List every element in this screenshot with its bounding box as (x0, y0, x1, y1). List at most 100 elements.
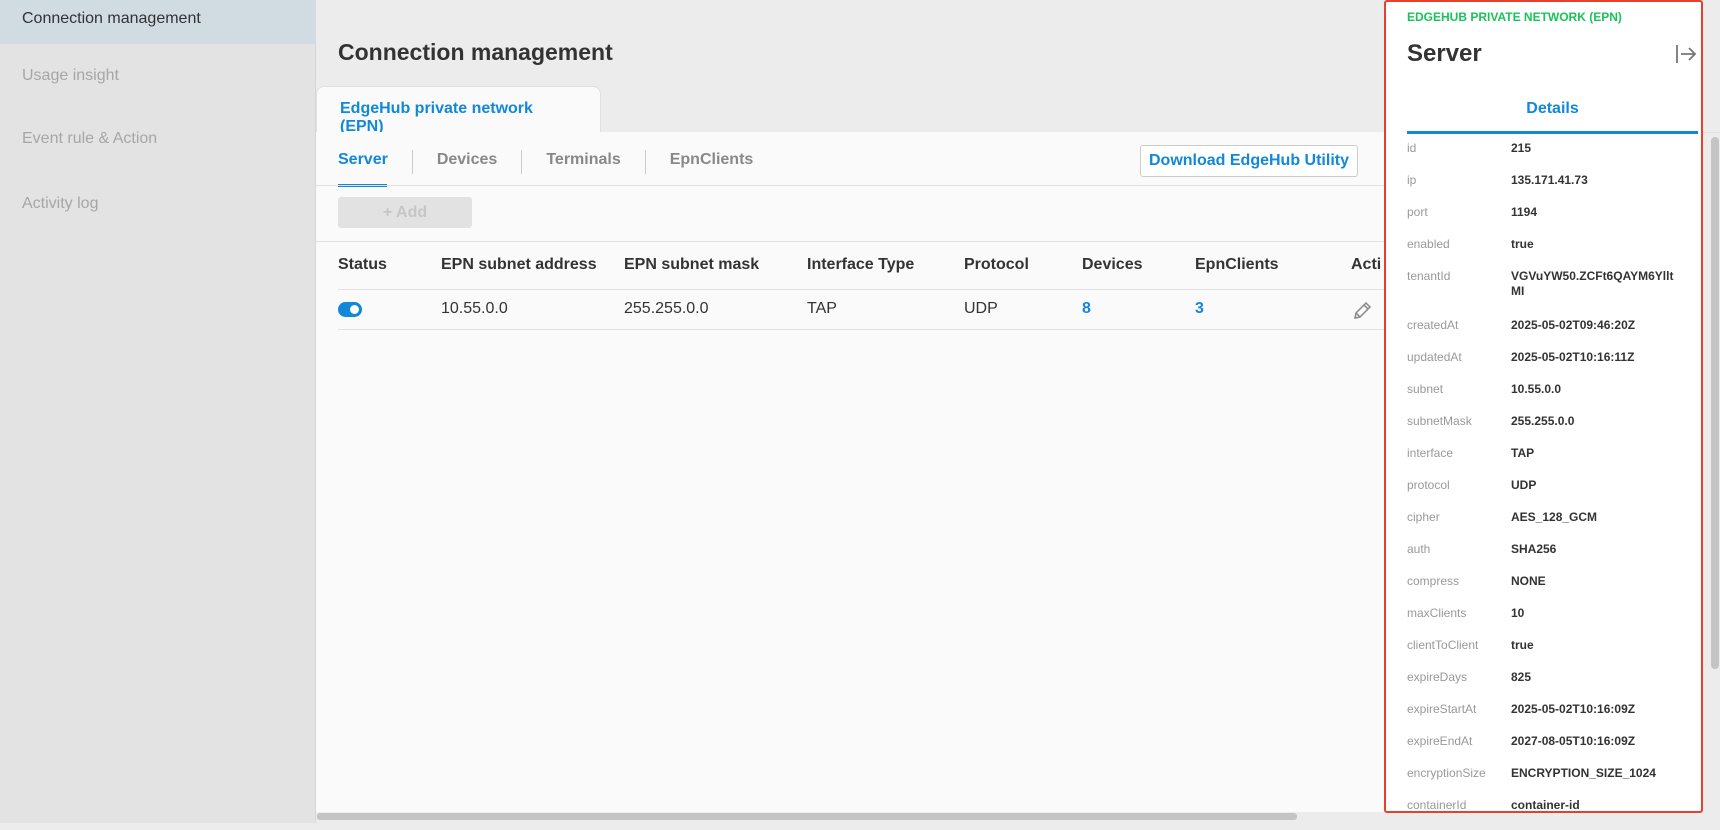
tab-server[interactable]: Server (338, 150, 412, 187)
detail-label: subnetMask (1407, 414, 1472, 428)
vertical-scrollbar[interactable] (1711, 137, 1719, 669)
detail-label: tenantId (1407, 269, 1451, 283)
page-title: Connection management (338, 39, 613, 65)
detail-row-compress: compress NONE (1407, 574, 1687, 606)
cell-subnet: 10.55.0.0 (441, 300, 508, 317)
detail-label: protocol (1407, 478, 1450, 492)
detail-row-createdAt: createdAt 2025-05-02T09:46:20Z (1407, 318, 1687, 350)
detail-row-expireDays: expireDays 825 (1407, 670, 1687, 702)
detail-value: 255.255.0.0 (1511, 414, 1575, 428)
detail-row-clientToClient: clientToClient true (1407, 638, 1687, 670)
cell-epnclients-link[interactable]: 3 (1195, 300, 1204, 318)
col-mask: EPN subnet mask (624, 256, 760, 273)
col-actions: Acti (1351, 256, 1382, 273)
detail-value: 2027-08-05T10:16:09Z (1511, 734, 1636, 748)
detail-value: container-id (1511, 798, 1580, 812)
detail-label: compress (1407, 574, 1460, 588)
detail-label: encryptionSize (1407, 766, 1486, 780)
panel-title: Server (1407, 40, 1482, 67)
detail-value: 10.55.0.0 (1511, 382, 1562, 396)
cell-devices-link[interactable]: 8 (1082, 300, 1091, 318)
tab-epn[interactable]: EdgeHub private network (EPN) (316, 86, 601, 135)
tab-epnclients[interactable]: EpnClients (644, 150, 778, 174)
detail-value: 1194 (1511, 205, 1538, 219)
detail-value: 2025-05-02T10:16:11Z (1511, 350, 1635, 364)
tab-terminals[interactable]: Terminals (521, 150, 644, 174)
detail-value: ENCRYPTION_SIZE_1024 (1511, 766, 1656, 780)
detail-row-maxClients: maxClients 10 (1407, 606, 1687, 638)
collapse-panel-icon[interactable] (1674, 42, 1698, 66)
detail-value: UDP (1511, 478, 1537, 492)
detail-label: interface (1407, 446, 1454, 460)
col-status: Status (338, 256, 387, 273)
detail-value: 2025-05-02T09:46:20Z (1511, 318, 1636, 332)
tab-details[interactable]: Details (1407, 100, 1698, 118)
detail-row-subnet: subnet 10.55.0.0 (1407, 382, 1687, 414)
details-list: id 215 ip 135.171.41.73 port 1194 enabled true t… (1407, 141, 1687, 830)
detail-row-protocol: protocol UDP (1407, 478, 1687, 510)
add-button[interactable]: + Add (338, 197, 472, 228)
detail-value: true (1511, 237, 1534, 251)
detail-row-port: port 1194 (1407, 205, 1687, 237)
detail-value: true (1511, 638, 1534, 652)
sidebar: Connection management Usage insight Even… (0, 0, 316, 823)
detail-value: AES_128_GCM (1511, 510, 1598, 524)
detail-row-updatedAt: updatedAt 2025-05-02T10:16:11Z (1407, 350, 1687, 382)
detail-value: 825 (1511, 670, 1532, 684)
download-utility-button[interactable]: Download EdgeHub Utility (1140, 145, 1358, 177)
detail-value: 2025-05-02T10:16:09Z (1511, 702, 1636, 716)
divider (316, 241, 1384, 242)
detail-row-encryptionSize: encryptionSize ENCRYPTION_SIZE_1024 (1407, 766, 1687, 798)
detail-value: VGVuYW50.ZCFt6QAYM6YlltMI (1511, 269, 1674, 298)
divider (338, 329, 1384, 330)
edit-pencil-icon[interactable] (1351, 300, 1373, 322)
sidebar-item-event-rule[interactable]: Event rule & Action (22, 130, 157, 148)
detail-row-cipher: cipher AES_128_GCM (1407, 510, 1687, 542)
main-content: Connection management EdgeHub private ne… (316, 0, 1384, 823)
detail-label: clientToClient (1407, 638, 1479, 652)
detail-value: 10 (1511, 606, 1525, 620)
detail-value: NONE (1511, 574, 1546, 588)
detail-label: createdAt (1407, 318, 1459, 332)
detail-row-enabled: enabled true (1407, 237, 1687, 269)
divider (316, 185, 1384, 186)
tab-underline (1407, 131, 1698, 134)
detail-value: SHA256 (1511, 542, 1557, 556)
detail-row-expireEndAt: expireEndAt 2027-08-05T10:16:09Z (1407, 734, 1687, 766)
sidebar-item-connection-management[interactable]: Connection management (0, 0, 316, 44)
cell-mask: 255.255.0.0 (624, 300, 709, 317)
panel-eyebrow: EDGEHUB PRIVATE NETWORK (EPN) (1407, 10, 1622, 24)
detail-label: auth (1407, 542, 1431, 556)
detail-row-subnetMask: subnetMask 255.255.0.0 (1407, 414, 1687, 446)
detail-label: enabled (1407, 237, 1450, 251)
sidebar-item-activity-log[interactable]: Activity log (22, 195, 98, 213)
detail-label: cipher (1407, 510, 1440, 524)
cell-protocol: UDP (964, 300, 998, 317)
detail-label: expireDays (1407, 670, 1468, 684)
col-subnet: EPN subnet address (441, 256, 597, 273)
content-panel: Server Devices Terminals EpnClients Down… (316, 132, 1384, 812)
detail-value: 215 (1511, 141, 1532, 155)
tab-devices[interactable]: Devices (411, 150, 522, 174)
detail-row-tenantId: tenantId VGVuYW50.ZCFt6QAYM6YlltMI (1407, 269, 1687, 318)
col-devices: Devices (1082, 256, 1143, 273)
detail-label: expireStartAt (1407, 702, 1477, 716)
detail-label: containerId (1407, 798, 1467, 812)
server-detail-panel: EDGEHUB PRIVATE NETWORK (EPN) Server Det… (1384, 0, 1703, 813)
horizontal-scrollbar[interactable] (317, 813, 1297, 820)
detail-row-ip: ip 135.171.41.73 (1407, 173, 1687, 205)
detail-label: ip (1407, 173, 1417, 187)
detail-row-expireStartAt: expireStartAt 2025-05-02T10:16:09Z (1407, 702, 1687, 734)
detail-label: maxClients (1407, 606, 1467, 620)
cell-interface: TAP (807, 300, 837, 317)
divider (338, 289, 1384, 290)
sidebar-item-usage-insight[interactable]: Usage insight (22, 67, 119, 85)
detail-row-containerId: containerId container-id (1407, 798, 1687, 830)
status-toggle[interactable] (338, 302, 362, 317)
detail-row-interface: interface TAP (1407, 446, 1687, 478)
detail-label: expireEndAt (1407, 734, 1473, 748)
detail-label: id (1407, 141, 1417, 155)
detail-label: port (1407, 205, 1428, 219)
detail-value: TAP (1511, 446, 1535, 460)
col-interface: Interface Type (807, 256, 915, 273)
